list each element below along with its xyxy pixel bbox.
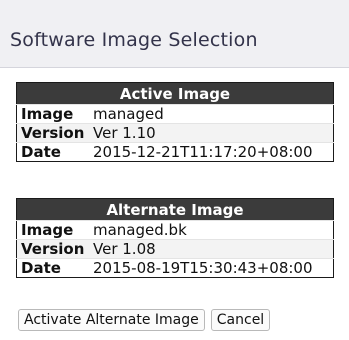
table-row: Image managed — [16, 104, 334, 124]
table-row: Version Ver 1.08 — [16, 239, 334, 259]
table-row: Version Ver 1.10 — [16, 123, 334, 143]
cancel-button[interactable]: Cancel — [210, 309, 271, 331]
software-image-selection-page: Software Image Selection Active Image Im… — [0, 0, 349, 340]
alternate-image-header: Alternate Image — [16, 198, 334, 221]
table-row: Date 2015-08-19T15:30:43+08:00 — [16, 258, 334, 278]
date-label: Date — [16, 258, 89, 278]
image-value: managed — [89, 104, 334, 124]
page-title: Software Image Selection — [10, 29, 258, 51]
version-label: Version — [16, 239, 89, 259]
date-value: 2015-12-21T11:17:20+08:00 — [89, 142, 334, 162]
image-value: managed.bk — [89, 220, 334, 240]
title-bar: Software Image Selection — [0, 0, 349, 68]
alternate-image-table: Alternate Image Image managed.bk Version… — [16, 198, 334, 278]
table-row: Date 2015-12-21T11:17:20+08:00 — [16, 142, 334, 162]
image-label: Image — [16, 220, 89, 240]
date-value: 2015-08-19T15:30:43+08:00 — [89, 258, 334, 278]
activate-alternate-image-button[interactable]: Activate Alternate Image — [18, 309, 205, 331]
active-image-table: Active Image Image managed Version Ver 1… — [16, 82, 334, 162]
version-value: Ver 1.08 — [89, 239, 334, 259]
date-label: Date — [16, 142, 89, 162]
table-header-row: Active Image — [16, 82, 334, 105]
table-header-row: Alternate Image — [16, 198, 334, 221]
version-value: Ver 1.10 — [89, 123, 334, 143]
button-bar: Activate Alternate Image Cancel — [18, 309, 276, 331]
version-label: Version — [16, 123, 89, 143]
image-label: Image — [16, 104, 89, 124]
active-image-header: Active Image — [16, 82, 334, 105]
table-row: Image managed.bk — [16, 220, 334, 240]
